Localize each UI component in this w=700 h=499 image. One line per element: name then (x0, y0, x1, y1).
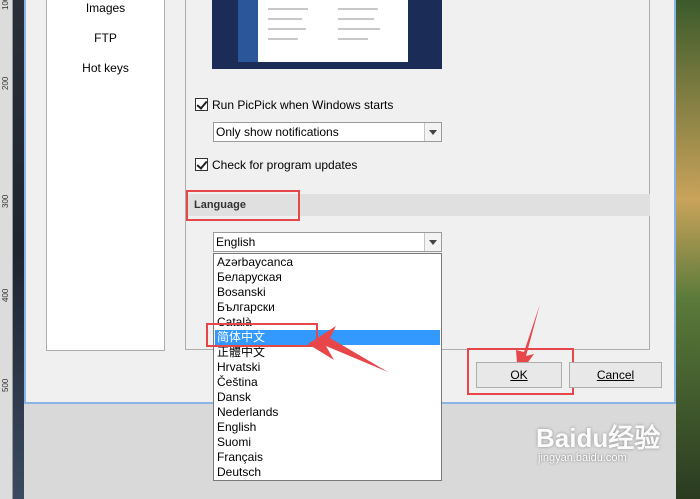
startup-mode-value: Only show notifications (216, 125, 339, 139)
language-option[interactable]: Français (215, 450, 440, 465)
language-option[interactable]: Deutsch (215, 465, 440, 480)
chevron-down-icon[interactable] (424, 123, 441, 141)
language-select[interactable]: English (213, 232, 442, 252)
annotation-arrow-icon (308, 326, 388, 372)
preview-line (268, 28, 306, 30)
preview-line (268, 8, 308, 10)
sidebar-item-hot-keys[interactable]: Hot keys (47, 61, 164, 75)
baidu-watermark: Baidu经验 (536, 423, 661, 453)
ruler-mark: 400 (1, 288, 10, 302)
vertical-ruler: 100 200 300 400 500 (0, 0, 13, 499)
highlight-box (186, 190, 300, 221)
check-updates-label: Check for program updates (212, 158, 358, 172)
check-icon (196, 98, 208, 110)
preview-line (338, 38, 368, 40)
preview-line (268, 18, 302, 20)
run-at-startup-label: Run PicPick when Windows starts (212, 98, 394, 112)
preview-image (212, 0, 442, 69)
startup-mode-select[interactable]: Only show notifications (213, 122, 442, 142)
preview-line (268, 38, 298, 40)
ruler-mark: 100 (1, 0, 10, 10)
highlight-box (467, 348, 574, 395)
language-option[interactable]: Azərbaycanca (215, 255, 440, 270)
cancel-button-label: Cancel (596, 368, 635, 382)
options-sidebar: Images FTP Hot keys (46, 0, 165, 351)
preview-line (338, 8, 378, 10)
baidu-watermark-url: jingyan.baidu.com (538, 452, 627, 464)
check-icon (196, 158, 208, 170)
preview-line (338, 18, 374, 20)
language-option[interactable]: Български (215, 300, 440, 315)
language-option[interactable]: Dansk (215, 390, 440, 405)
preview-sidebar (238, 0, 258, 62)
preview-window (238, 0, 408, 62)
check-updates-checkbox[interactable] (195, 158, 208, 171)
ruler-mark: 200 (1, 76, 10, 90)
language-option[interactable]: English (215, 420, 440, 435)
run-at-startup-checkbox[interactable] (195, 98, 208, 111)
language-option[interactable]: Suomi (215, 435, 440, 450)
language-select-value: English (216, 235, 256, 249)
ruler-mark: 300 (1, 194, 10, 208)
sidebar-item-ftp[interactable]: FTP (47, 31, 164, 45)
sidebar-item-images[interactable]: Images (47, 1, 164, 15)
language-option[interactable]: Беларуская (215, 270, 440, 285)
language-option[interactable]: Bosanski (215, 285, 440, 300)
cancel-button[interactable]: Cancel (569, 362, 662, 388)
ruler-mark: 500 (1, 378, 10, 392)
preview-line (338, 28, 380, 30)
desktop-background-right (676, 0, 700, 499)
chevron-down-icon[interactable] (424, 233, 441, 251)
language-option[interactable]: Nederlands (215, 405, 440, 420)
